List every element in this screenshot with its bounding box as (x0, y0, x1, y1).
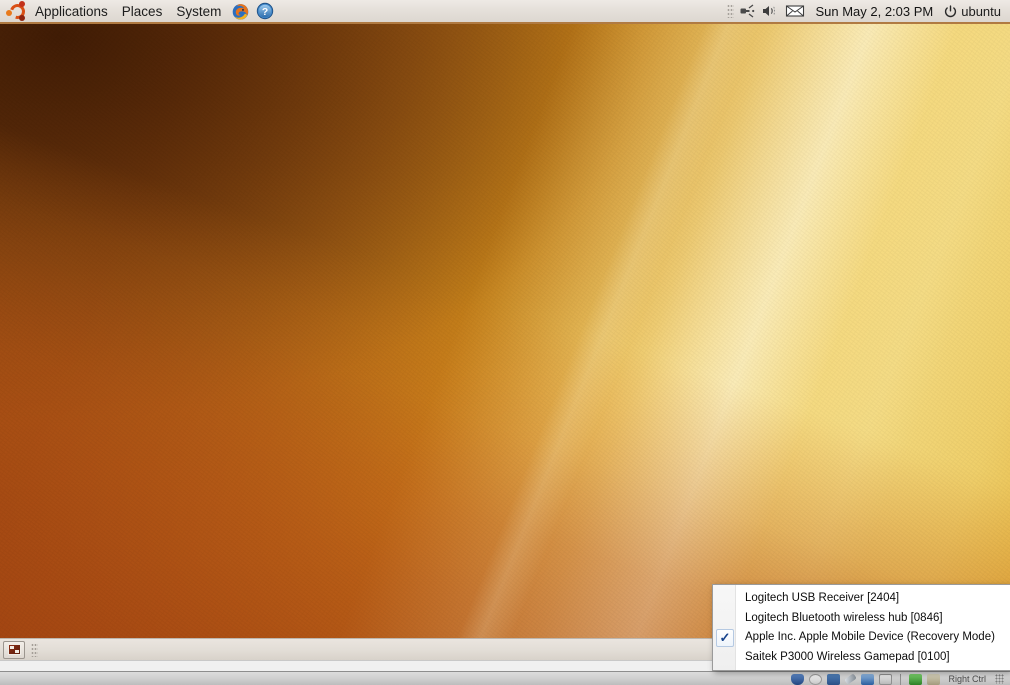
wallpaper-lower-sheet (0, 24, 1010, 638)
menu-item-label: Saitek P3000 Wireless Gamepad [0100] (745, 651, 950, 664)
host-tray-network-icon[interactable] (861, 673, 875, 685)
host-tray-vm-icon[interactable] (927, 673, 941, 685)
screen-root: Applications Places System ? Sun May 2, … (0, 0, 1010, 685)
volume-tray-icon[interactable] (758, 0, 782, 23)
host-tray-disc-icon[interactable] (809, 673, 823, 685)
panel-grip-icon[interactable] (727, 4, 735, 18)
menu-item-apple-mobile-device[interactable]: ✓ Apple Inc. Apple Mobile Device (Recove… (713, 628, 1010, 648)
ubuntu-logo-icon (6, 1, 28, 22)
help-launcher[interactable]: ? (253, 0, 277, 23)
host-tray-pen-icon[interactable] (844, 673, 858, 685)
top-panel: Applications Places System ? Sun May 2, … (0, 0, 1010, 24)
svg-text:?: ? (262, 7, 268, 18)
host-resize-grip[interactable] (995, 674, 1004, 684)
host-tray-divider (900, 673, 902, 685)
menu-system[interactable]: System (169, 0, 228, 23)
clock-applet[interactable]: Sun May 2, 2:03 PM (808, 4, 940, 19)
menu-item-logitech-usb-receiver[interactable]: Logitech USB Receiver [2404] (713, 588, 1010, 608)
host-taskbar-label: Right Ctrl (948, 673, 986, 684)
desktop-wallpaper[interactable] (0, 24, 1010, 638)
menu-item-label: Logitech USB Receiver [2404] (745, 591, 900, 604)
menu-item-label: Logitech Bluetooth wireless hub [0846] (745, 611, 943, 624)
host-system-tray: Right Ctrl (791, 672, 1010, 685)
show-desktop-button[interactable] (3, 640, 25, 659)
menu-item-logitech-bluetooth-hub[interactable]: Logitech Bluetooth wireless hub [0846] (713, 608, 1010, 628)
menu-applications[interactable]: Applications (28, 0, 115, 23)
speaker-icon (763, 6, 776, 16)
host-tray-monitor-icon[interactable] (827, 673, 841, 685)
menu-applications-label: Applications (35, 3, 108, 19)
menu-item-checkmark-icon: ✓ (716, 628, 734, 647)
menu-item-label: Apple Inc. Apple Mobile Device (Recovery… (745, 631, 995, 644)
ubuntu-logo-dot-left (6, 10, 12, 16)
firefox-icon (233, 3, 249, 20)
network-tray-icon[interactable] (736, 0, 758, 23)
firefox-launcher[interactable] (228, 0, 253, 23)
menu-system-label: System (176, 3, 222, 19)
host-tray-green-icon[interactable] (909, 673, 923, 685)
wallpaper-crease-line (0, 24, 1010, 638)
host-taskbar: Right Ctrl (0, 671, 1010, 685)
menu-places[interactable]: Places (115, 0, 170, 23)
user-session-menu[interactable]: ubuntu (940, 4, 1010, 19)
panel-separator-icon (31, 642, 38, 657)
ubuntu-logo-dot-bottom (19, 15, 25, 21)
host-tray-battery-icon[interactable] (879, 673, 893, 685)
menu-item-saitek-gamepad[interactable]: Saitek P3000 Wireless Gamepad [0100] (713, 647, 1010, 667)
usb-device-menu: Logitech USB Receiver [2404] Logitech Bl… (712, 584, 1010, 671)
ubuntu-logo-dot-top (19, 1, 25, 7)
menu-places-label: Places (121, 3, 163, 19)
wallpaper-grain (0, 24, 1010, 638)
network-plug-icon (740, 3, 755, 18)
host-tray-shield-icon[interactable] (791, 673, 805, 685)
user-name-label: ubuntu (961, 3, 1001, 19)
show-desktop-icon (7, 644, 21, 655)
help-question-icon: ? (257, 2, 274, 20)
envelope-icon (786, 5, 805, 17)
mail-tray-icon[interactable] (782, 0, 808, 23)
power-icon (945, 4, 957, 17)
